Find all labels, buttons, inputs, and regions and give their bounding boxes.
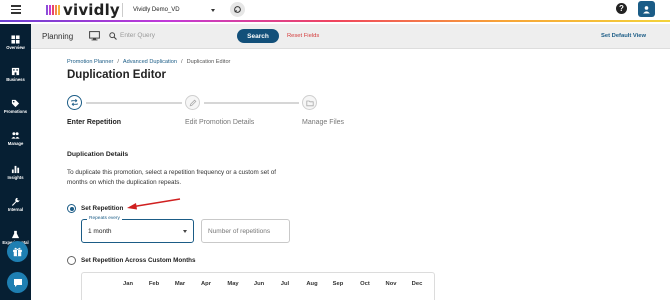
environment-value: Vividly Demo_VD [133, 7, 180, 13]
breadcrumb-separator: / [117, 59, 119, 65]
search-icon [109, 32, 117, 40]
set-repetition-radio[interactable] [67, 204, 76, 213]
repeats-every-select[interactable]: Repeats every 1 month [81, 216, 194, 243]
gift-button[interactable] [7, 241, 28, 262]
sidebar-item-label: Overview [6, 45, 25, 50]
set-repetition-label[interactable]: Set Repetition [81, 205, 123, 212]
sidebar-item-label: Business [6, 77, 25, 82]
sidebar-item-label: Manage [7, 141, 24, 146]
step-enter-repetition[interactable] [67, 95, 82, 110]
breadcrumb: Promotion Planner / Advanced Duplication… [67, 59, 230, 65]
sidebar-item-label: Insights [7, 175, 24, 180]
hamburger-icon[interactable] [11, 5, 21, 14]
bar-chart-icon [11, 165, 20, 174]
chevron-down-icon [211, 8, 215, 12]
gift-icon [13, 247, 22, 257]
month-header: Sep [332, 281, 344, 287]
months-header-row: Jan Feb Mar Apr May Jun Jul Aug Sep Oct … [82, 281, 436, 291]
search-button[interactable]: Search [237, 29, 279, 43]
environment-select[interactable]: Vividly Demo_VD [130, 2, 218, 18]
sidebar-item-overview[interactable]: Overview [0, 35, 31, 50]
month-header: Apr [201, 281, 211, 287]
month-header: Feb [148, 281, 160, 287]
annotation-arrow [127, 198, 181, 210]
month-header: Jan [123, 281, 133, 287]
folder-icon [305, 100, 314, 106]
monitor-icon[interactable] [89, 31, 100, 41]
page-title: Duplication Editor [67, 69, 167, 81]
wrench-icon [11, 197, 20, 206]
custom-months-radio[interactable] [67, 256, 76, 265]
month-header: Nov [385, 281, 397, 287]
month-header: Mar [174, 281, 186, 287]
section-title: Duplication Details [67, 151, 129, 158]
brand-logo[interactable]: vividly [46, 1, 120, 19]
sidebar-item-promotions[interactable]: Promotions [0, 99, 31, 114]
top-bar: vividly Vividly Demo_VD ? [0, 0, 670, 22]
custom-months-label[interactable]: Set Repetition Across Custom Months [81, 257, 196, 264]
chat-button[interactable] [7, 272, 28, 293]
logo-bars-icon [46, 5, 60, 15]
sidebar-item-manage[interactable]: Manage [0, 131, 31, 146]
description-text: To duplicate this promotion, select a re… [67, 169, 276, 186]
stepper-connector [204, 102, 299, 104]
query-input[interactable] [120, 29, 230, 42]
brand-gradient-bar [0, 20, 670, 22]
month-header: Oct [360, 281, 370, 287]
month-header: Dec [411, 281, 423, 287]
sidebar-item-insights[interactable]: Insights [0, 165, 31, 180]
month-header: Aug [306, 281, 318, 287]
help-icon[interactable]: ? [616, 3, 627, 14]
step-label: Enter Repetition [67, 119, 122, 126]
step-manage-files[interactable] [302, 95, 317, 110]
sidebar-item-business[interactable]: Business [0, 67, 31, 82]
user-icon[interactable] [638, 1, 655, 17]
sidebar: Overview Business Promotions Manage Insi… [0, 24, 31, 300]
filter-bar-title: Planning [42, 32, 74, 41]
breadcrumb-current: Duplication Editor [186, 59, 231, 65]
sync-icon[interactable] [230, 2, 245, 17]
month-header: May [227, 281, 239, 287]
breadcrumb-advanced-duplication[interactable]: Advanced Duplication [123, 59, 177, 65]
grid-icon [11, 35, 20, 44]
repeats-every-label: Repeats every [87, 216, 122, 221]
stepper-connector [86, 102, 182, 104]
repeat-icon [71, 99, 78, 106]
custom-months-grid: Jan Feb Mar Apr May Jun Jul Aug Sep Oct … [81, 272, 435, 300]
sidebar-item-internal[interactable]: Internal [0, 197, 31, 212]
flask-icon [11, 230, 20, 239]
step-edit-promotion-details[interactable] [185, 95, 200, 110]
sidebar-item-label: Internal [7, 207, 24, 212]
building-icon [11, 67, 20, 76]
planning-filter-bar: Planning Search Reset Fields Set Default… [31, 24, 670, 49]
step-label: Edit Promotion Details [185, 119, 255, 126]
breadcrumb-separator: / [181, 59, 183, 65]
step-label: Manage Files [302, 119, 345, 126]
set-default-view-link[interactable]: Set Default View [601, 33, 646, 39]
tag-icon [11, 99, 20, 108]
sidebar-item-label: Promotions [3, 109, 28, 114]
people-icon [11, 132, 20, 139]
number-of-repetitions-input[interactable] [201, 219, 290, 243]
month-header: Jun [253, 281, 265, 287]
repeats-every-value: 1 month [88, 228, 112, 235]
chat-icon [13, 278, 22, 287]
month-header: Jul [280, 281, 290, 287]
chevron-down-icon [183, 230, 187, 233]
topbar-divider [122, 3, 123, 17]
breadcrumb-promotion-planner[interactable]: Promotion Planner [67, 59, 113, 65]
reset-fields-link[interactable]: Reset Fields [287, 33, 319, 39]
pencil-icon [189, 99, 196, 106]
brand-name: vividly [63, 1, 120, 19]
